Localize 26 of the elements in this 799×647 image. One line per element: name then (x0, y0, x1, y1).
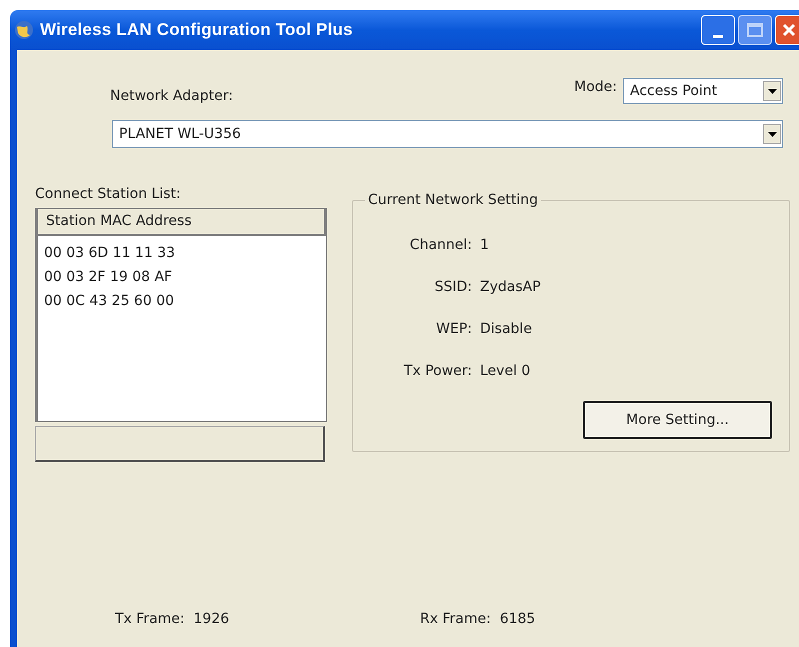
group-title: Current Network Setting (365, 190, 542, 210)
list-item[interactable]: 00 03 2F 19 08 AF (44, 265, 172, 289)
field-label: Tx Power: (402, 362, 472, 381)
list-item[interactable]: 00 03 6D 11 11 33 (44, 241, 176, 265)
field-label: Mode: (574, 78, 617, 97)
field-value: Disable (480, 320, 533, 339)
field-label: SSID: (434, 278, 472, 297)
window-title: Wireless LAN Configuration Tool Plus (40, 19, 353, 42)
field-value: 1 (480, 236, 490, 255)
close-button[interactable] (775, 15, 799, 45)
maximize-button[interactable] (738, 15, 772, 45)
field-value: ZydasAP (480, 278, 541, 297)
field-value: Level 0 (480, 362, 532, 381)
field-label: WEP: (435, 320, 472, 339)
status-text: Tx Frame: 1926 (115, 610, 230, 629)
close-icon (781, 22, 797, 38)
field-label: Channel: (408, 236, 472, 255)
more-setting-button[interactable]: More Setting... (583, 401, 772, 439)
minimize-button[interactable] (701, 15, 735, 45)
adapter-dropdown[interactable]: PLANET WL-U356 (112, 120, 783, 148)
column-header[interactable]: Station MAC Address (38, 209, 326, 236)
mode-dropdown[interactable]: Access Point (623, 78, 783, 104)
field-label: Network Adapter: (110, 87, 233, 106)
status-text: Rx Frame: 6185 (420, 610, 536, 629)
list-item[interactable]: 00 0C 43 25 60 00 (44, 289, 174, 313)
list-label: Connect Station List: (35, 186, 182, 202)
